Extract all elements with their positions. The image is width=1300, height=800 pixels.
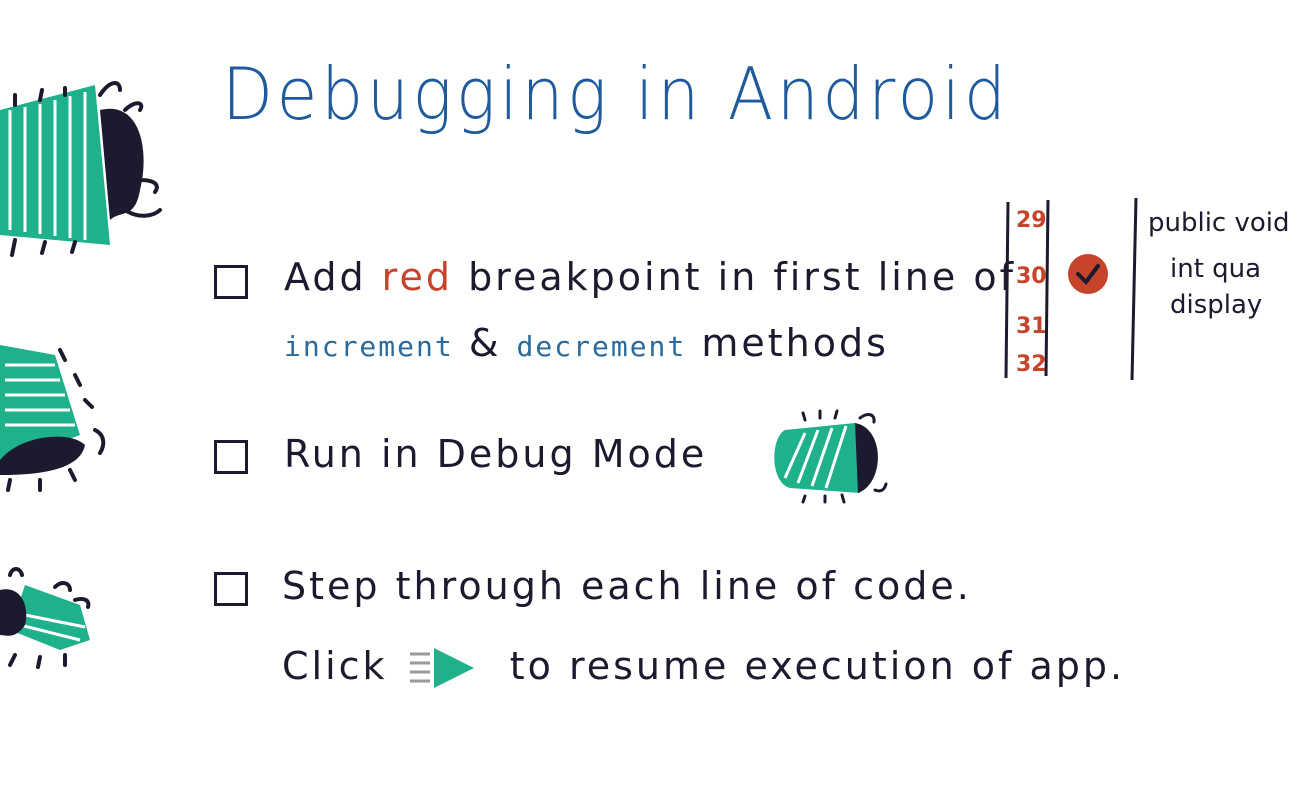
ampersand: & bbox=[468, 321, 502, 365]
page-title: Debugging in Android bbox=[222, 52, 1010, 136]
bug-icon bbox=[774, 409, 888, 504]
step-1-line-2-suffix: methods bbox=[701, 321, 889, 365]
click-label: Click bbox=[282, 644, 388, 688]
code-line: public void bbox=[1148, 208, 1290, 238]
line-number: 30 bbox=[1016, 264, 1047, 289]
code-line: display bbox=[1170, 290, 1263, 320]
step-1-line-2: increment & decrement methods bbox=[284, 321, 889, 365]
method-decrement: decrement bbox=[516, 330, 687, 363]
bug-icon bbox=[0, 567, 91, 669]
step-2-text: Run in Debug Mode bbox=[284, 432, 708, 476]
method-increment: increment bbox=[284, 330, 454, 363]
line-number: 32 bbox=[1016, 352, 1047, 377]
checkbox-icon[interactable] bbox=[214, 265, 248, 299]
resume-text: to resume execution of app. bbox=[509, 644, 1126, 688]
breakpoint-check-icon[interactable] bbox=[1066, 252, 1110, 296]
step-1-line-1: Add red breakpoint in first line of bbox=[284, 255, 1016, 299]
step-1-highlight: red bbox=[381, 255, 453, 299]
line-number: 31 bbox=[1016, 314, 1047, 339]
step-1-suffix: breakpoint in first line of bbox=[468, 255, 1016, 299]
checkbox-icon[interactable] bbox=[214, 440, 248, 474]
resume-execution-icon[interactable] bbox=[408, 646, 478, 690]
line-number: 29 bbox=[1016, 208, 1047, 233]
bug-icon bbox=[0, 81, 162, 257]
code-line: int qua bbox=[1170, 254, 1262, 284]
checkbox-icon[interactable] bbox=[214, 572, 248, 606]
bug-icon bbox=[0, 345, 106, 492]
step-3-line-1: Step through each line of code. bbox=[282, 564, 972, 608]
step-1-prefix: Add bbox=[284, 255, 367, 299]
code-snippet: 29 30 31 32 public void int qua display bbox=[1000, 197, 1300, 383]
